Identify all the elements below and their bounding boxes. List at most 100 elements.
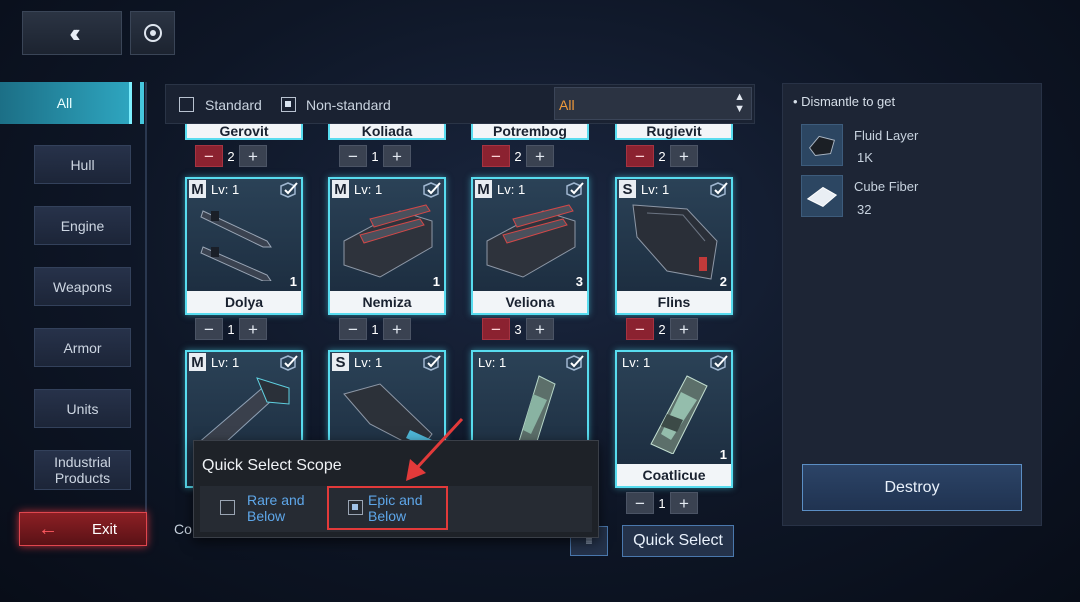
- quick-select-button[interactable]: Quick Select: [622, 525, 734, 557]
- quick-select-label: Quick Select: [633, 532, 723, 549]
- item-card[interactable]: Lv: 1 1 Coatlicue: [615, 350, 733, 488]
- sidebar-item-all[interactable]: All: [0, 82, 132, 124]
- dismantle-title-text: Dismantle to get: [801, 94, 896, 109]
- stepper-value: 1: [227, 321, 235, 337]
- refresh-icon: [143, 24, 162, 42]
- card-level: Lv: 1: [354, 182, 383, 197]
- sidebar-item-label: Hull: [70, 156, 95, 173]
- sidebar-item-engine[interactable]: Engine: [34, 206, 131, 245]
- minus-button[interactable]: −: [339, 145, 367, 167]
- minus-button[interactable]: −: [626, 492, 654, 514]
- stepper-value: 1: [371, 321, 379, 337]
- cube-check-icon: [710, 355, 728, 371]
- item-card[interactable]: S Lv: 1 2 Flins: [615, 177, 733, 315]
- quantity-stepper: − 2 +: [626, 318, 698, 340]
- popup-title: Quick Select Scope: [202, 457, 342, 474]
- stepper-value: 1: [371, 148, 379, 164]
- stepper-value: 3: [514, 321, 522, 337]
- plus-button[interactable]: +: [239, 318, 267, 340]
- active-indicator: [140, 82, 144, 124]
- quantity-stepper: − 1 +: [339, 145, 411, 167]
- grade-badge: M: [189, 180, 206, 198]
- card-level: Lv: 1: [211, 355, 240, 370]
- sidebar-item-label: All: [56, 95, 73, 111]
- quantity-stepper: − 1 +: [626, 492, 698, 514]
- quantity-stepper: − 1 +: [195, 318, 267, 340]
- quantity-stepper: − 2 +: [482, 145, 554, 167]
- card-level: Lv: 1: [622, 355, 651, 370]
- item-card[interactable]: M Lv: 1 1 Nemiza: [328, 177, 446, 315]
- sidebar-item-units[interactable]: Units: [34, 389, 131, 428]
- card-count: 2: [719, 274, 727, 289]
- plus-button[interactable]: +: [383, 318, 411, 340]
- minus-button[interactable]: −: [195, 145, 223, 167]
- option-rare-and-below[interactable]: Rare and Below: [200, 486, 326, 532]
- reward-item-qty: 32: [857, 202, 872, 217]
- type-select[interactable]: All ▲ ▼: [554, 87, 752, 120]
- sidebar-item-label: Engine: [60, 217, 105, 234]
- card-count: 3: [575, 274, 583, 289]
- card-level: Lv: 1: [354, 355, 383, 370]
- nonstandard-label: Non-standard: [306, 97, 391, 113]
- back-button[interactable]: ‹‹: [22, 11, 122, 55]
- quantity-stepper: − 1 +: [339, 318, 411, 340]
- quantity-stepper: − 2 +: [195, 145, 267, 167]
- item-card[interactable]: M Lv: 1 1 Dolya: [185, 177, 303, 315]
- stepper-value: 2: [514, 148, 522, 164]
- quantity-stepper: − 2 +: [626, 145, 698, 167]
- standard-checkbox[interactable]: [179, 97, 194, 112]
- missile-art-icon: [200, 210, 272, 281]
- card-name: Nemiza: [330, 291, 444, 313]
- stepper-value: 2: [227, 148, 235, 164]
- card-count: 1: [289, 274, 297, 289]
- exit-button[interactable]: ← Exit: [19, 512, 147, 546]
- reward-item-name: Cube Fiber: [854, 179, 919, 194]
- plus-button[interactable]: +: [670, 145, 698, 167]
- refresh-button[interactable]: [130, 11, 175, 55]
- grade-badge: M: [332, 180, 349, 198]
- plus-button[interactable]: +: [670, 318, 698, 340]
- cube-check-icon: [280, 182, 298, 198]
- card-name: Koliada: [328, 123, 446, 140]
- armor-plate-art-icon: [632, 204, 718, 280]
- dismantle-title: • Dismantle to get: [793, 94, 896, 109]
- minus-button[interactable]: −: [339, 318, 367, 340]
- sidebar-item-weapons[interactable]: Weapons: [34, 267, 131, 306]
- select-value: All: [559, 97, 575, 113]
- minus-button[interactable]: −: [626, 318, 654, 340]
- plus-button[interactable]: +: [670, 492, 698, 514]
- grade-badge: M: [189, 353, 206, 371]
- sidebar-item-hull[interactable]: Hull: [34, 145, 131, 184]
- minus-button[interactable]: −: [482, 318, 510, 340]
- cube-check-icon: [423, 182, 441, 198]
- cube-check-icon: [566, 355, 584, 371]
- bottom-label: Co: [174, 521, 192, 537]
- card-name: Dolya: [187, 291, 301, 313]
- minus-button[interactable]: −: [195, 318, 223, 340]
- annotation-highlight-box: [327, 486, 448, 530]
- filter-bar: Standard Non-standard All ▲ ▼: [165, 84, 755, 124]
- plus-button[interactable]: +: [526, 145, 554, 167]
- sidebar-item-label: Armor: [63, 339, 102, 356]
- card-level: Lv: 1: [211, 182, 240, 197]
- item-card[interactable]: M Lv: 1 3 Veliona: [471, 177, 589, 315]
- card-level: Lv: 1: [478, 355, 507, 370]
- card-name: Coatlicue: [617, 464, 731, 486]
- standard-label: Standard: [205, 97, 262, 113]
- nonstandard-checkbox[interactable]: [281, 97, 296, 112]
- cube-check-icon: [710, 182, 728, 198]
- option-checkbox[interactable]: [220, 500, 235, 515]
- sidebar-item-industrial-products[interactable]: Industrial Products: [34, 450, 131, 490]
- reward-item-name: Fluid Layer: [854, 128, 919, 143]
- sidebar-item-armor[interactable]: Armor: [34, 328, 131, 367]
- plus-button[interactable]: +: [239, 145, 267, 167]
- minus-button[interactable]: −: [626, 145, 654, 167]
- up-down-chevron-icon: ▲ ▼: [734, 91, 745, 115]
- quantity-stepper: − 3 +: [482, 318, 554, 340]
- plus-button[interactable]: +: [383, 145, 411, 167]
- minus-button[interactable]: −: [482, 145, 510, 167]
- ship-art-icon: [650, 375, 708, 454]
- stepper-value: 2: [658, 148, 666, 164]
- destroy-button[interactable]: Destroy: [802, 464, 1022, 511]
- plus-button[interactable]: +: [526, 318, 554, 340]
